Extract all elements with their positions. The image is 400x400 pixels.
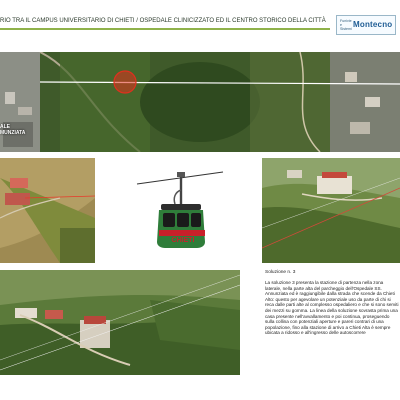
map-area-label: ALE MUNZIATA <box>0 124 26 136</box>
description-body: La soluzione 3 presenta la stazione di p… <box>265 280 399 336</box>
photo-hillside-left <box>0 158 95 263</box>
cabin-illustration: CHIETI <box>135 166 225 258</box>
photo-panorama <box>0 270 240 375</box>
logo-tagline: Funivie e Sistemi <box>340 19 352 31</box>
header: RIO TRA IL CAMPUS UNIVERSITARIO DI CHIET… <box>0 12 400 35</box>
photo-hillside-right <box>262 158 400 263</box>
company-logo: Funivie e Sistemi Montecno <box>336 15 396 35</box>
aerial-map-image <box>0 52 400 152</box>
cabin-text: CHIETI <box>172 237 195 244</box>
description-title: Soluzione n. 3 <box>265 270 296 275</box>
solution-description: Soluzione n. 3 La soluzione 3 presenta l… <box>265 270 400 336</box>
logo-wordmark: Montecno <box>353 20 393 29</box>
aerial-map: ALE MUNZIATA <box>0 52 400 152</box>
header-accent-bar <box>0 28 330 30</box>
page-title: RIO TRA IL CAMPUS UNIVERSITARIO DI CHIET… <box>0 18 326 24</box>
